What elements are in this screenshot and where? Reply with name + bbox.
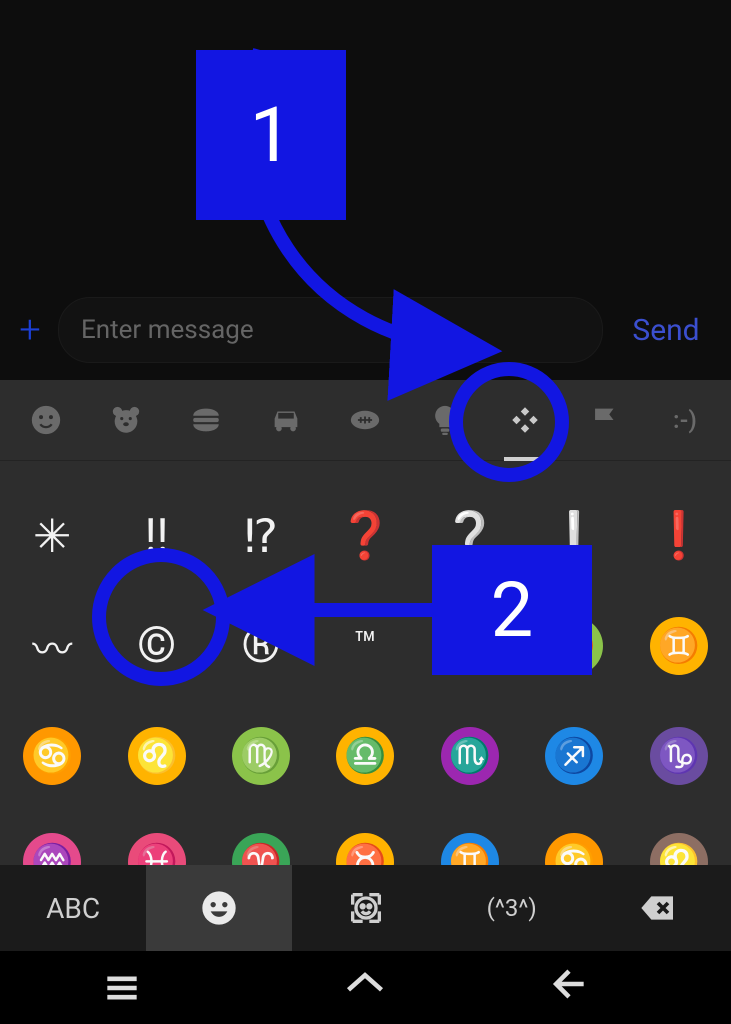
nav-back-button[interactable] xyxy=(587,968,631,1012)
emoji-key[interactable]: 〰 xyxy=(12,606,92,686)
emoji-key[interactable]: ♒ xyxy=(12,811,92,865)
emoji-key[interactable]: ♍ xyxy=(221,716,301,796)
nav-recent-button[interactable] xyxy=(100,966,144,1014)
android-nav-bar xyxy=(0,951,731,1024)
backspace-button[interactable] xyxy=(585,865,731,951)
emoji-tab-button[interactable] xyxy=(146,865,292,951)
kaomoji-tab-button[interactable]: (^3^) xyxy=(439,865,585,951)
annotation-circle-2 xyxy=(92,548,230,686)
emoji-key[interactable]: ♐ xyxy=(534,716,614,796)
sticker-tab-button[interactable] xyxy=(292,865,438,951)
emoji-key[interactable]: ♌ xyxy=(639,811,719,865)
send-button[interactable]: Send xyxy=(611,313,721,348)
emoji-key[interactable]: ⁉ xyxy=(221,496,301,576)
emoji-key[interactable]: ♓ xyxy=(117,811,197,865)
home-icon xyxy=(343,966,387,1010)
category-activity[interactable] xyxy=(338,393,392,447)
emoji-key[interactable]: ♏ xyxy=(430,716,510,796)
football-icon xyxy=(348,403,382,437)
emoji-key[interactable]: ♌ xyxy=(117,716,197,796)
emoji-key[interactable]: ♊ xyxy=(639,606,719,686)
burger-icon xyxy=(189,403,223,437)
emoji-key[interactable]: ♋ xyxy=(12,716,92,796)
face-icon xyxy=(29,403,63,437)
emoji-row: ♋ ♌ ♍ ♎ ♏ ♐ ♑ xyxy=(0,701,731,811)
emoji-key[interactable]: ♎ xyxy=(325,716,405,796)
emoji-row-clipped: ♒ ♓ ♈ ♉ ♊ ♋ ♌ xyxy=(0,811,731,865)
category-animals[interactable] xyxy=(99,393,153,447)
emoji-key[interactable]: ✳ xyxy=(12,496,92,576)
switch-abc-button[interactable]: ABC xyxy=(0,865,146,951)
annotation-label-2: 2 xyxy=(432,545,592,675)
category-textfaces[interactable]: :-) xyxy=(658,393,712,447)
keyboard-bottom-bar: ABC (^3^) xyxy=(0,865,731,951)
category-travel[interactable] xyxy=(259,393,313,447)
car-icon xyxy=(269,403,303,437)
sticker-icon xyxy=(346,888,386,928)
backspace-icon xyxy=(638,888,678,928)
annotation-label-1: 1 xyxy=(196,50,346,220)
annotation-circle-1 xyxy=(449,362,569,482)
emoji-key[interactable]: ♉ xyxy=(325,811,405,865)
emoji-key[interactable]: ♋ xyxy=(534,811,614,865)
emoji-key[interactable]: ♑ xyxy=(639,716,719,796)
emoji-category-row: :-) xyxy=(0,380,731,461)
emoji-key[interactable]: ♈ xyxy=(221,811,301,865)
emoji-keyboard: :-) ✳ ‼ ⁉ ❓ ❔ ❕ ❗ 〰 © ® ™ ♈ ♉ ♊ ♋ ♌ ♍ ♎ … xyxy=(0,380,731,951)
category-recent[interactable] xyxy=(19,393,73,447)
flag-icon xyxy=(588,403,622,437)
category-food[interactable] xyxy=(179,393,233,447)
nav-home-button[interactable] xyxy=(343,966,387,1014)
add-attachment-button[interactable]: + xyxy=(10,310,50,350)
annotation-arrow-2 xyxy=(205,585,445,645)
nav-back-button-visual xyxy=(547,962,591,1006)
recent-icon xyxy=(100,966,144,1010)
bear-icon xyxy=(109,403,143,437)
emoji-key[interactable]: ♊ xyxy=(430,811,510,865)
emoji-key[interactable]: ❓ xyxy=(325,496,405,576)
category-flags[interactable] xyxy=(578,393,632,447)
emoji-face-icon xyxy=(199,888,239,928)
emoji-key[interactable]: ❗ xyxy=(639,496,719,576)
